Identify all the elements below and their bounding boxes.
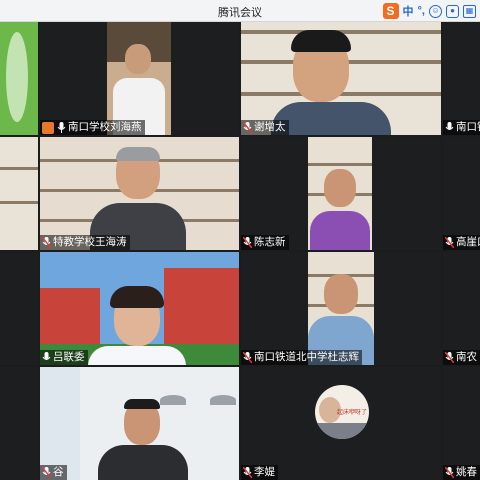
participant-name: 吕联委 — [53, 351, 85, 363]
face — [324, 169, 356, 207]
sogou-logo-icon[interactable]: S — [382, 3, 399, 19]
video-tile-4[interactable]: 特教学校王海涛 — [40, 137, 239, 250]
video-feed — [308, 252, 374, 365]
mic-muted-icon — [243, 467, 252, 478]
mic-muted-icon — [42, 237, 51, 248]
participant-name: 姚春 — [456, 466, 477, 478]
participant-label: 特教学校王海涛 — [40, 235, 130, 250]
video-tile-empty[interactable] — [0, 367, 38, 480]
participant-label: 谢增太 — [241, 120, 289, 135]
video-tile-8[interactable]: 南口铁道北中学杜志辉 — [241, 252, 441, 365]
participant-label: 李媞 — [241, 465, 278, 480]
mic-muted-icon — [243, 237, 252, 248]
hair — [124, 399, 160, 409]
mic-muted-icon — [445, 467, 454, 478]
participant-label: 南农 — [443, 350, 480, 365]
participant-name: 南口学校刘海燕 — [68, 121, 142, 133]
body — [310, 211, 370, 250]
video-tile-9[interactable]: 南农 — [443, 252, 480, 365]
ime-toolbar[interactable]: S 中 °, ☺ ● ▦ — [382, 3, 476, 19]
hair — [291, 30, 351, 52]
avatar: 起床咿呀了 — [315, 385, 369, 439]
host-badge-icon — [42, 121, 54, 134]
participant-name: 高崖口 — [456, 236, 480, 248]
participant-name: 李媞 — [254, 466, 275, 478]
ime-punctuation[interactable]: °, — [418, 5, 425, 17]
participant-label: 陈志新 — [241, 235, 289, 250]
background-lamp — [160, 395, 186, 405]
video-tile-partial[interactable] — [0, 22, 38, 135]
video-grid: 南口学校刘海燕 谢增太 南口铁 特教学校王海涛 — [0, 22, 480, 480]
participant-label: 南口铁道北中学杜志辉 — [241, 350, 362, 365]
hair — [116, 147, 160, 161]
video-tile-3[interactable]: 南口铁 — [443, 22, 480, 135]
video-tile-1[interactable]: 南口学校刘海燕 — [40, 22, 239, 135]
background-window — [40, 367, 80, 480]
hair — [110, 286, 164, 308]
participant-label: 姚春 — [443, 465, 480, 480]
participant-label: 高崖口 — [443, 235, 480, 250]
video-tile-11[interactable]: 起床咿呀了 李媞 — [241, 367, 441, 480]
video-tile-6[interactable]: 高崖口 — [443, 137, 480, 250]
mic-muted-icon — [445, 237, 454, 248]
participant-name: 谷 — [53, 466, 64, 478]
video-tile-12[interactable]: 姚春 — [443, 367, 480, 480]
body — [98, 445, 188, 480]
mic-muted-icon — [445, 352, 454, 363]
mic-muted-icon — [243, 352, 252, 363]
face — [324, 274, 358, 314]
title-bar: 腾讯会议 S 中 °, ☺ ● ▦ — [0, 0, 480, 22]
participant-label: 吕联委 — [40, 350, 88, 365]
video-tile-10[interactable]: 谷 — [40, 367, 239, 480]
video-tile-7[interactable]: 吕联委 — [40, 252, 239, 365]
avatar-clothing — [315, 423, 369, 439]
mic-muted-icon — [243, 122, 252, 133]
video-tile-5[interactable]: 陈志新 — [241, 137, 441, 250]
participant-name: 谢增太 — [254, 121, 286, 133]
smiley-icon[interactable]: ☺ — [429, 4, 442, 18]
mic-muted-icon — [42, 467, 51, 478]
body — [271, 102, 391, 135]
participant-label: 南口铁 — [443, 120, 480, 135]
video-feed — [107, 22, 171, 135]
mic-icon — [445, 122, 454, 130]
participant-name: 南口铁 — [456, 121, 480, 133]
grid-icon[interactable]: ▦ — [463, 4, 476, 18]
face — [125, 44, 151, 74]
participant-name: 陈志新 — [254, 236, 286, 248]
background-lamp — [210, 395, 236, 405]
participant-name: 南口铁道北中学杜志辉 — [254, 351, 359, 363]
participant-label: 谷 — [40, 465, 67, 480]
avatar-caption: 起床咿呀了 — [337, 410, 368, 416]
video-tile-partial-bookshelf[interactable] — [0, 137, 38, 250]
mic-icon — [42, 352, 51, 360]
mic-icon — [57, 122, 66, 133]
video-tile-empty[interactable] — [0, 252, 38, 365]
body — [88, 346, 186, 365]
video-tile-2[interactable]: 谢增太 — [241, 22, 441, 135]
participant-name: 南农 — [456, 351, 477, 363]
ime-language[interactable]: 中 — [403, 3, 414, 19]
participant-label: 南口学校刘海燕 — [40, 120, 145, 135]
video-leaf — [6, 32, 28, 122]
participant-name: 特教学校王海涛 — [53, 236, 127, 248]
microphone-icon[interactable]: ● — [446, 4, 459, 18]
video-feed — [308, 137, 372, 250]
